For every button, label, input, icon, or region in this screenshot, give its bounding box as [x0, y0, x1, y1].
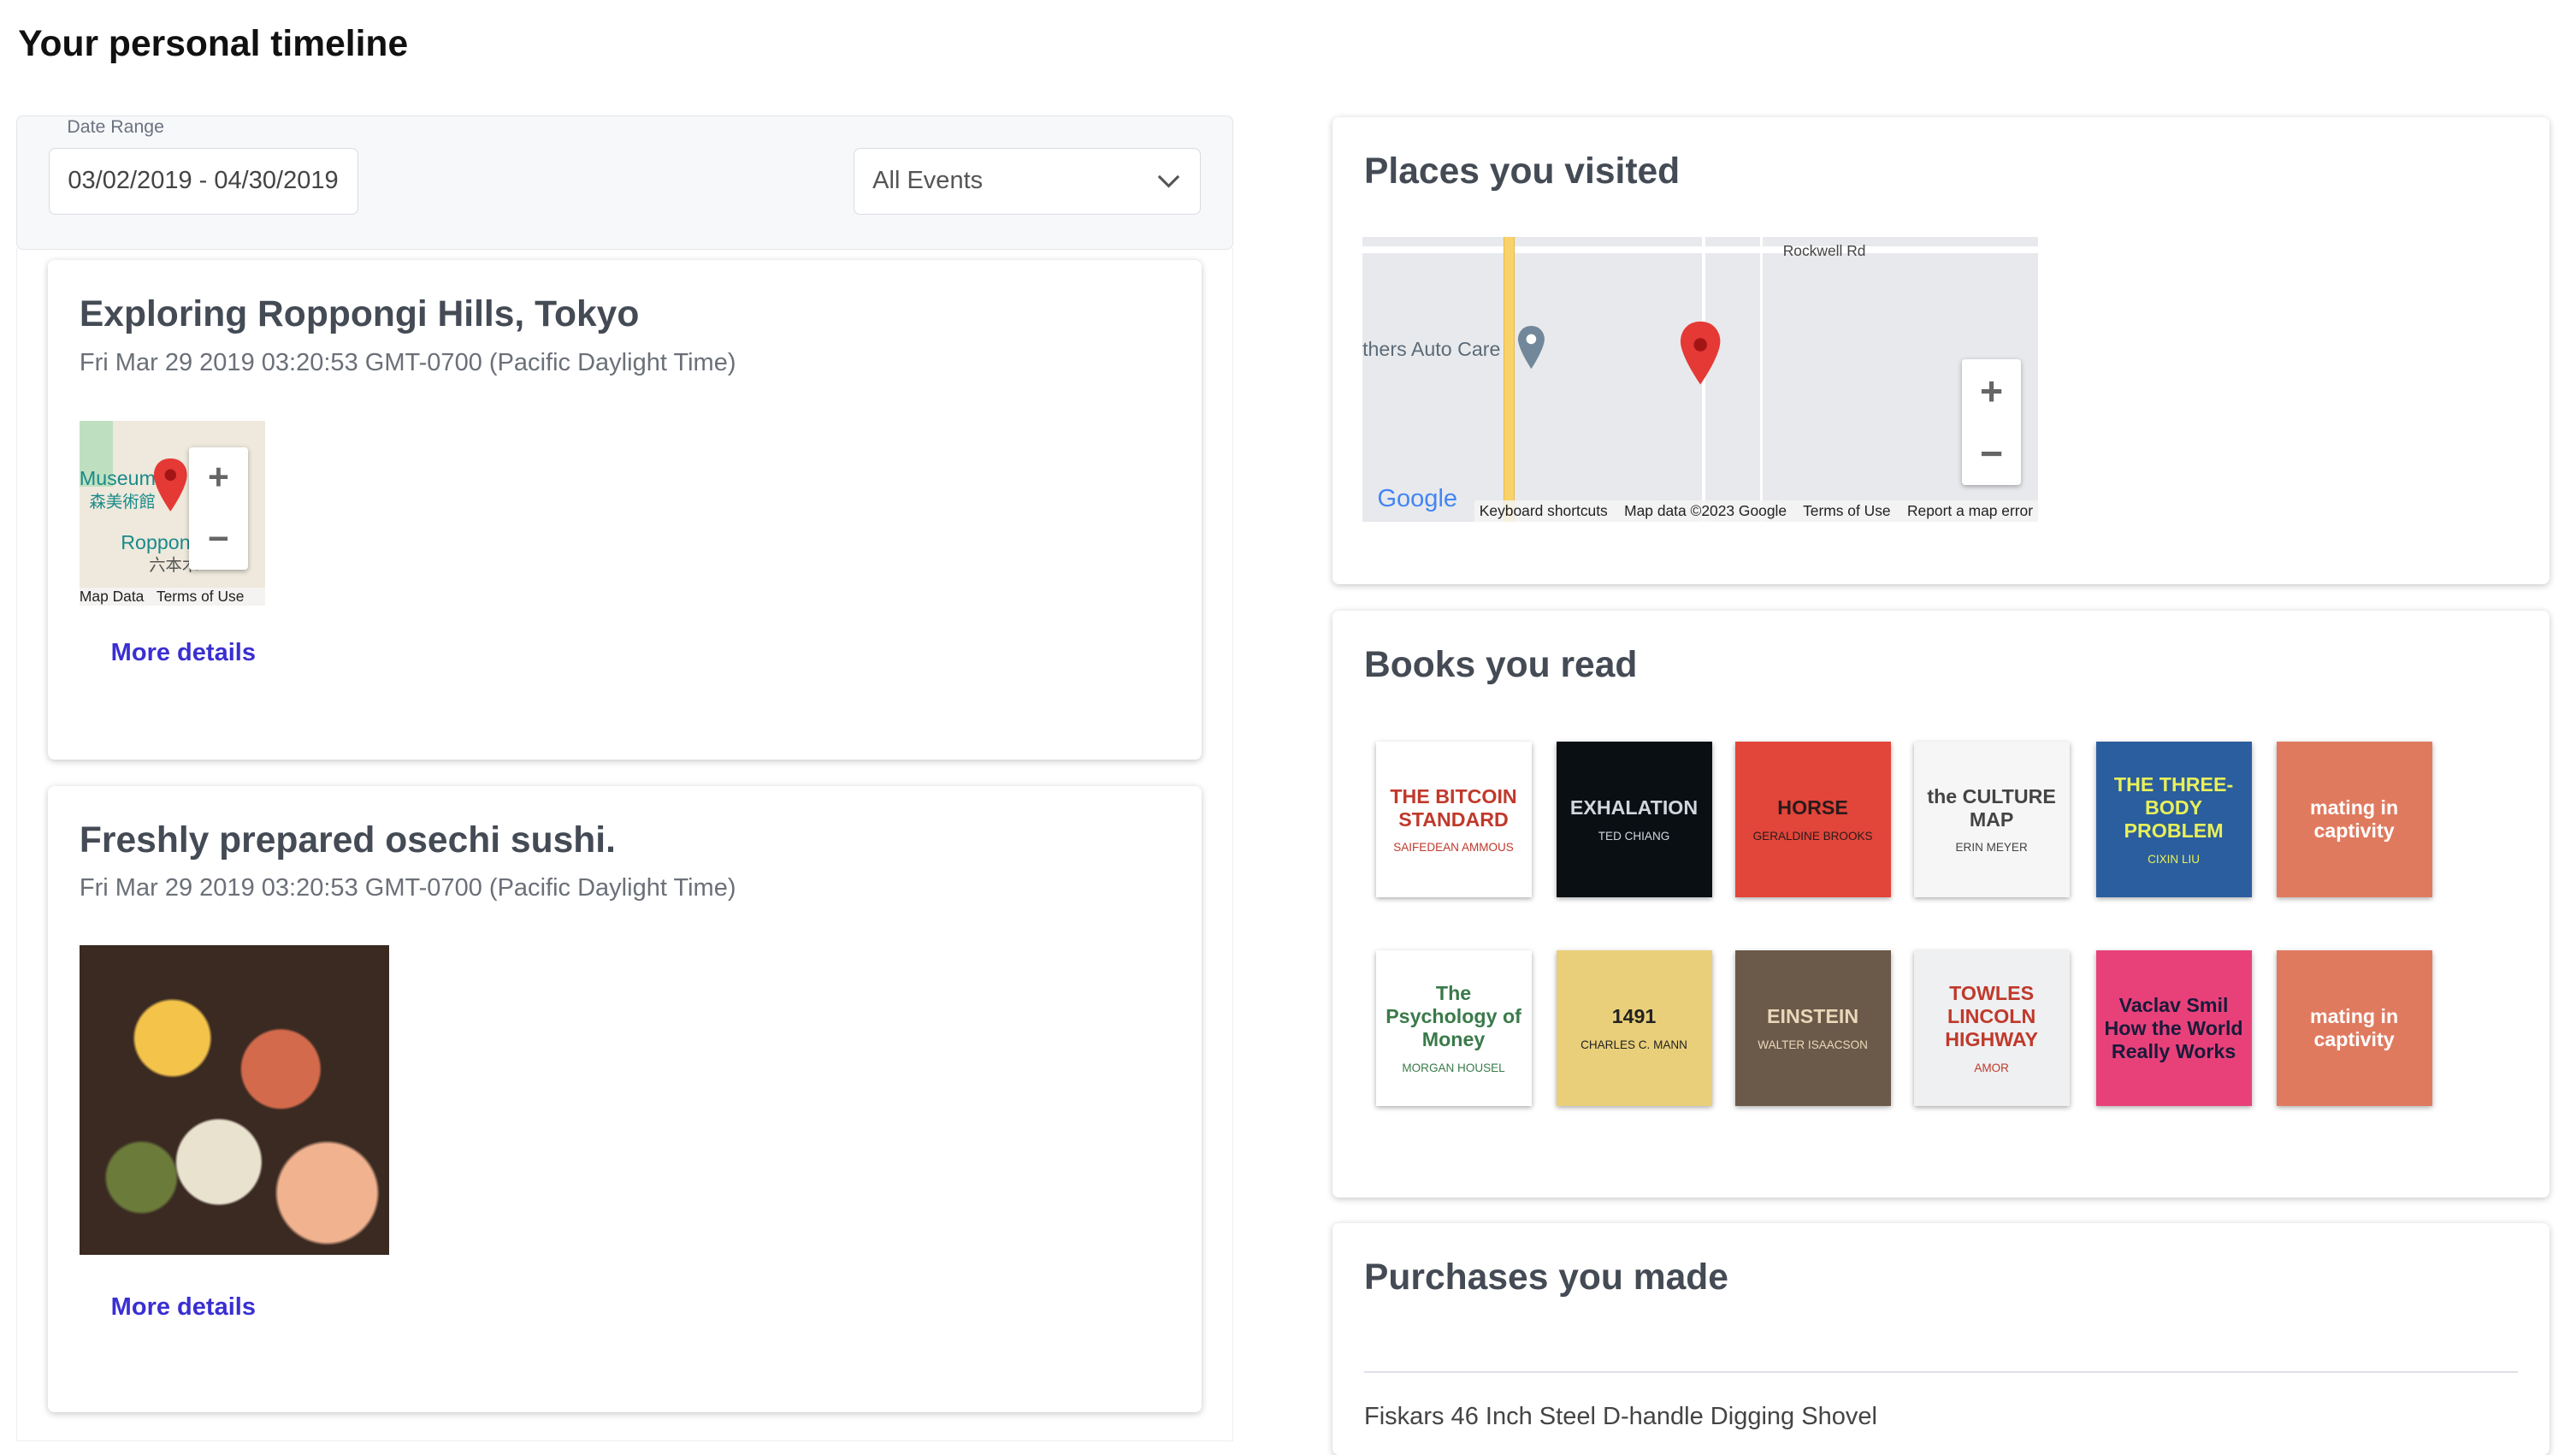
book-cover[interactable]: the CULTURE MAP ERIN MEYER: [1913, 742, 2070, 898]
date-range-input[interactable]: 03/02/2019 - 04/30/2019: [49, 148, 359, 215]
event-type-value: All Events: [872, 167, 984, 195]
book-cover[interactable]: Vaclav Smil How the World Really Works: [2095, 950, 2252, 1107]
book-title: HORSE: [1777, 796, 1848, 819]
zoom-out-icon[interactable]: −: [208, 518, 229, 560]
event-card: Exploring Roppongi Hills, Tokyo Fri Mar …: [48, 259, 1202, 760]
book-author: ERIN MEYER: [1955, 841, 2028, 855]
map-data-link[interactable]: Map Data: [80, 588, 144, 605]
event-date: Fri Mar 29 2019 03:20:53 GMT-0700 (Pacif…: [79, 349, 736, 377]
book-author: SAIFEDEAN AMMOUS: [1393, 841, 1514, 855]
purchases-title: Purchases you made: [1364, 1257, 1728, 1298]
report-error-link[interactable]: Report a map error: [1907, 502, 2033, 519]
map-pin-icon: [1680, 321, 1721, 385]
book-title: TOWLES LINCOLN HIGHWAY: [1945, 982, 2039, 1051]
purchase-item[interactable]: Fiskars 46 Inch Steel D-handle Digging S…: [1364, 1403, 1877, 1431]
date-range-label: Date Range: [67, 116, 164, 138]
event-photo: [79, 945, 389, 1256]
road-label: Rockwell Rd: [1782, 241, 1866, 259]
chevron-down-icon: [1157, 175, 1180, 188]
book-author: CHARLES C. MANN: [1580, 1038, 1687, 1051]
event-title: Freshly prepared osechi sushi.: [79, 819, 616, 861]
event-date: Fri Mar 29 2019 03:20:53 GMT-0700 (Pacif…: [79, 874, 736, 902]
map-attribution: Map Data Terms of Use: [79, 588, 265, 606]
book-title: the CULTURE MAP: [1927, 784, 2056, 831]
places-map[interactable]: Rockwell Rd thers Auto Care + − Google Ke…: [1362, 236, 2038, 522]
book-author: MORGAN HOUSEL: [1402, 1061, 1505, 1074]
more-details-link[interactable]: More details: [111, 639, 256, 667]
books-card: Books you read THE BITCOIN STANDARD SAIFE…: [1332, 611, 2549, 1198]
book-title: THE BITCOIN STANDARD: [1390, 784, 1517, 831]
book-cover[interactable]: mating in captivity: [2276, 742, 2432, 898]
google-logo: Google: [1377, 485, 1458, 513]
places-card: Places you visited Rockwell Rd thers Aut…: [1332, 117, 2549, 585]
divider: [1364, 1370, 2519, 1373]
book-title: EINSTEIN: [1767, 1005, 1859, 1028]
keyboard-shortcuts-link[interactable]: Keyboard shortcuts: [1480, 502, 1608, 519]
book-cover[interactable]: TOWLES LINCOLN HIGHWAY AMOR: [1913, 950, 2070, 1107]
book-author: WALTER ISAACSON: [1758, 1038, 1868, 1051]
book-title: The Psychology of Money: [1385, 982, 1521, 1051]
zoom-in-icon[interactable]: +: [208, 457, 229, 499]
book-title: mating in captivity: [2309, 1005, 2399, 1051]
map-attribution: Keyboard shortcuts Map data ©2023 Google…: [1474, 500, 2038, 522]
book-title: THE THREE-BODY PROBLEM: [2113, 773, 2234, 843]
zoom-out-icon[interactable]: −: [1980, 430, 2003, 476]
map-zoom-control[interactable]: + −: [1961, 359, 2022, 486]
book-cover[interactable]: THE THREE-BODY PROBLEM CIXIN LIU: [2095, 742, 2252, 898]
map-data-text: Map data ©2023 Google: [1624, 501, 1787, 519]
zoom-in-icon[interactable]: +: [1980, 368, 2003, 414]
book-author: AMOR: [1974, 1061, 2009, 1074]
book-cover[interactable]: THE BITCOIN STANDARD SAIFEDEAN AMMOUS: [1375, 742, 1532, 898]
poi-label: thers Auto Care: [1362, 337, 1501, 360]
terms-link[interactable]: Terms of Use: [1803, 502, 1891, 519]
event-title: Exploring Roppongi Hills, Tokyo: [79, 293, 640, 334]
purchases-card: Purchases you made Fiskars 46 Inch Steel…: [1332, 1223, 2549, 1455]
map-label: Museum: [79, 466, 156, 489]
map-label: 森美術館: [89, 493, 156, 512]
event-type-select[interactable]: All Events: [853, 148, 1202, 215]
book-title: Vaclav Smil How the World Really Works: [2104, 993, 2243, 1062]
book-cover[interactable]: mating in captivity: [2276, 950, 2432, 1107]
map-pin-icon: [153, 458, 187, 512]
filter-panel: Date Range 03/02/2019 - 04/30/2019 All E…: [16, 115, 1234, 251]
book-title: 1491: [1611, 1005, 1657, 1028]
book-cover[interactable]: EXHALATION TED CHIANG: [1556, 742, 1712, 898]
more-details-link[interactable]: More details: [111, 1293, 256, 1322]
event-card: Freshly prepared osechi sushi. Fri Mar 2…: [48, 786, 1202, 1413]
page-title: Your personal timeline: [18, 23, 409, 65]
event-map[interactable]: Museum 森美術館 Roppon 六本木 + − Map Data Terms…: [79, 420, 265, 606]
book-author: TED CHIANG: [1598, 829, 1670, 843]
book-author: CIXIN LIU: [2148, 852, 2200, 866]
book-title: mating in captivity: [2309, 796, 2399, 843]
places-title: Places you visited: [1364, 151, 1681, 192]
book-author: GERALDINE BROOKS: [1752, 829, 1873, 843]
map-zoom-control[interactable]: + −: [188, 447, 249, 570]
book-cover[interactable]: 1491 CHARLES C. MANN: [1556, 950, 1712, 1107]
book-cover[interactable]: The Psychology of Money MORGAN HOUSEL: [1375, 950, 1532, 1107]
terms-link[interactable]: Terms of Use: [157, 588, 245, 605]
book-cover[interactable]: HORSE GERALDINE BROOKS: [1734, 742, 1891, 898]
book-cover[interactable]: EINSTEIN WALTER ISAACSON: [1734, 950, 1891, 1107]
books-title: Books you read: [1364, 643, 1638, 685]
book-title: EXHALATION: [1569, 796, 1699, 819]
poi-pin-icon: [1518, 326, 1545, 370]
